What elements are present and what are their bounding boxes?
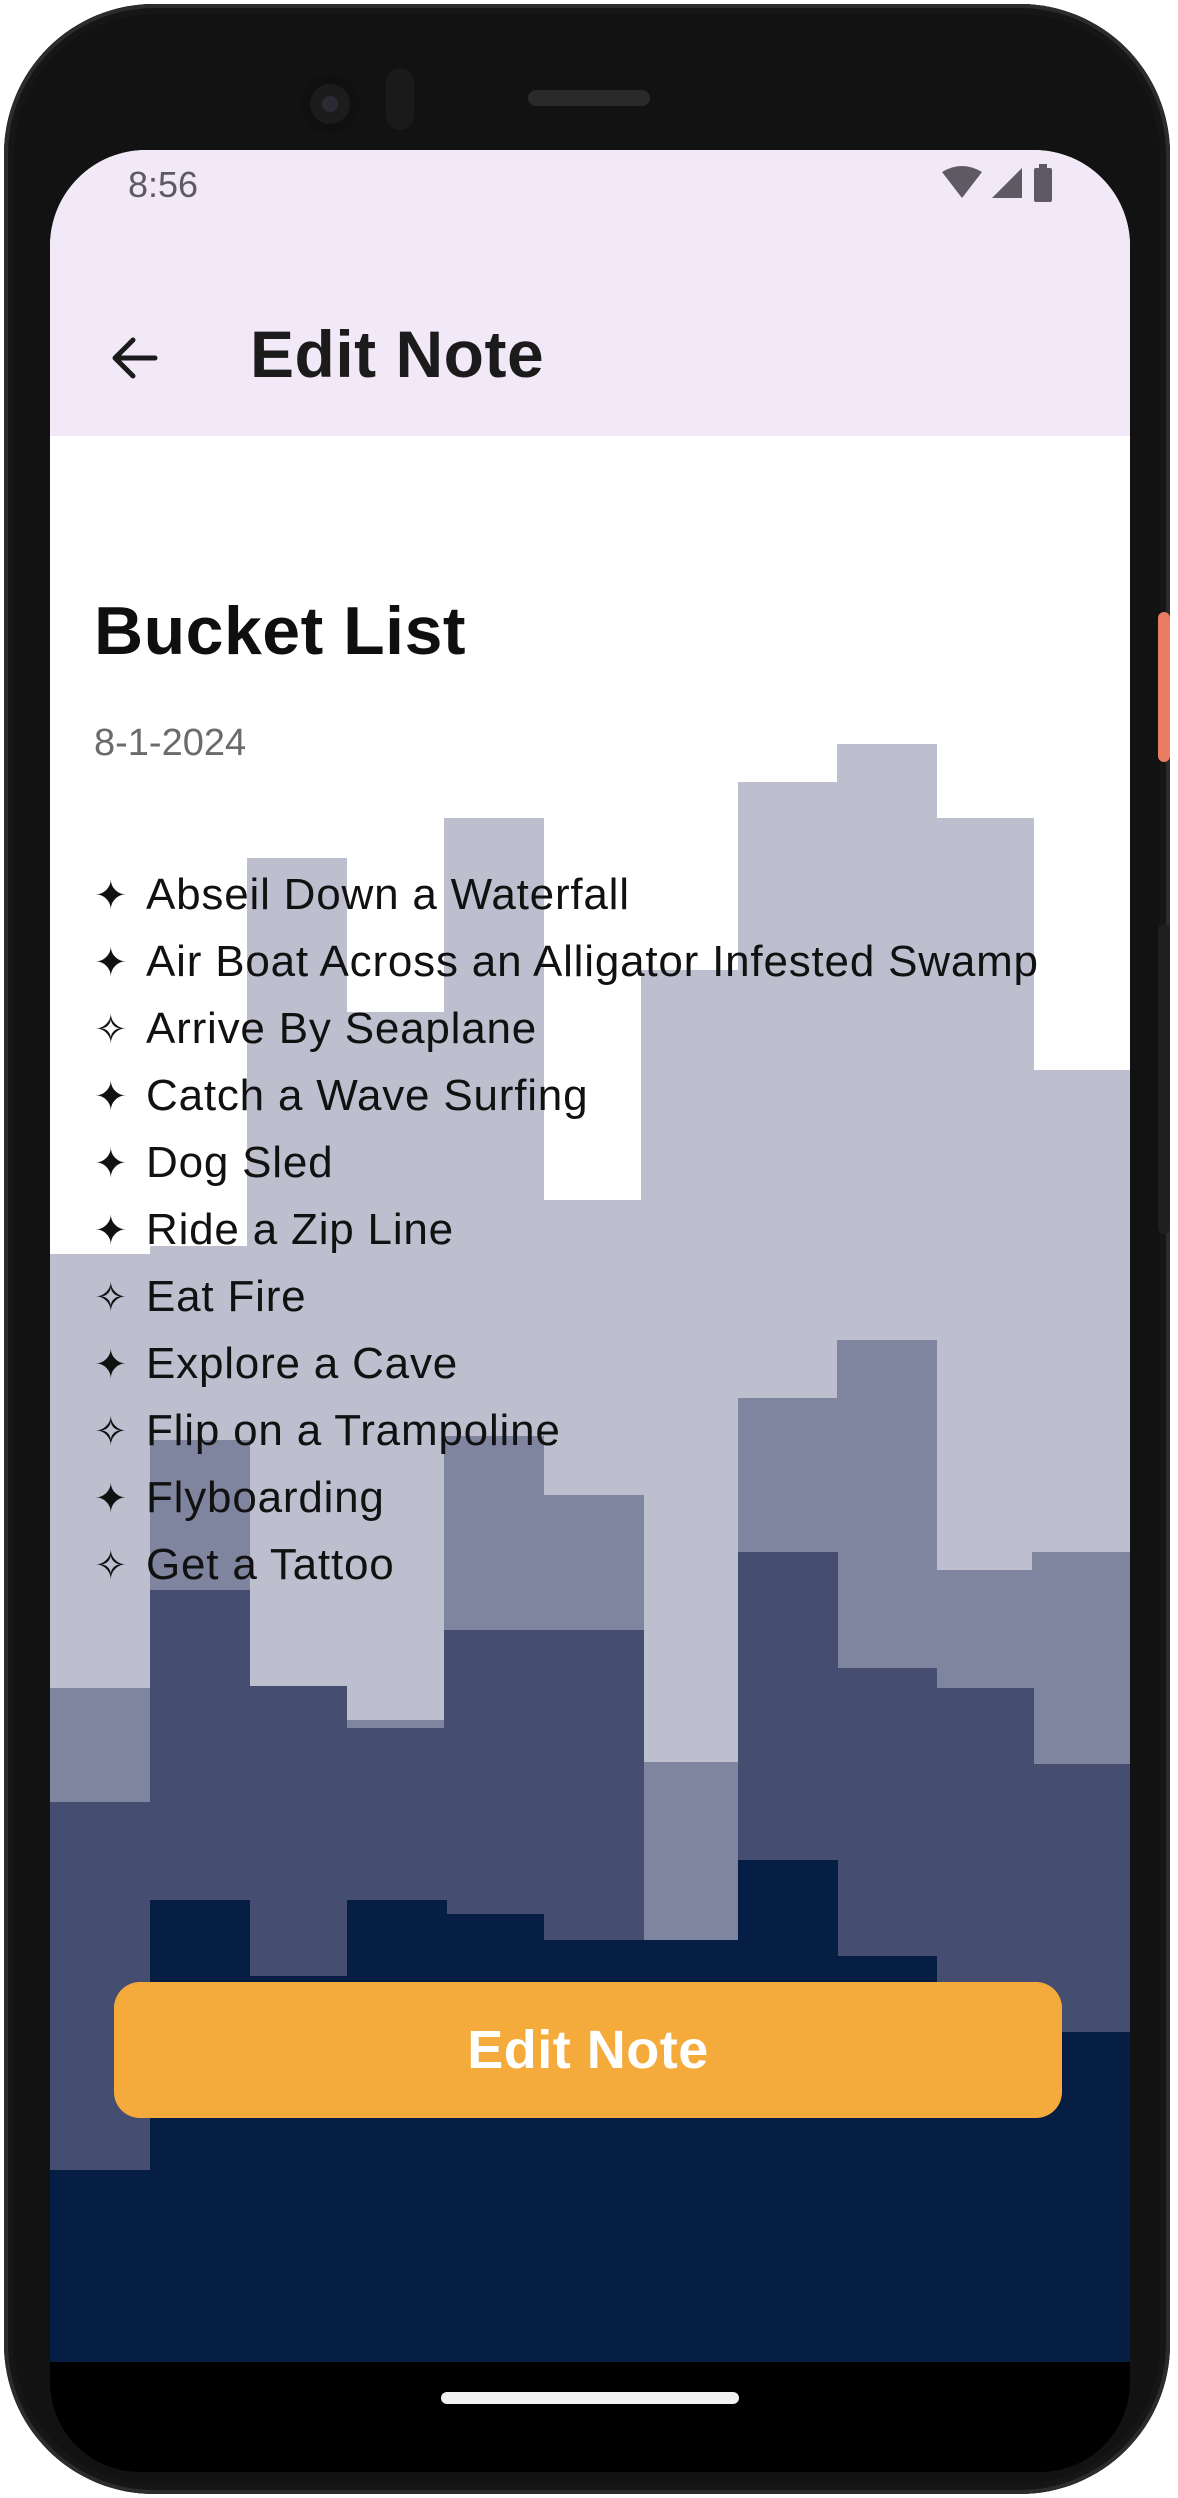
filled-sparkle-icon: ✦ (94, 1142, 129, 1186)
sensor (386, 68, 414, 130)
page-title: Edit Note (250, 317, 545, 391)
list-item-text: Eat Fire (146, 1272, 307, 1321)
list-item: ✦ Air Boat Across an Alligator Infested S… (94, 929, 1054, 996)
volume-button (1158, 924, 1170, 1234)
note-date: 8-1-2024 (94, 722, 247, 764)
filled-sparkle-icon: ✦ (94, 1075, 129, 1119)
list-item: ✦ Abseil Down a Waterfall (94, 862, 1054, 929)
earpiece-speaker (528, 90, 650, 106)
edit-note-button[interactable]: Edit Note (114, 1982, 1062, 2118)
filled-sparkle-icon: ✦ (94, 1209, 129, 1253)
list-item: ✧ Flip on a Trampoline (94, 1398, 1054, 1465)
list-item: ✦ Catch a Wave Surfing (94, 1063, 1054, 1130)
battery-icon (1034, 164, 1052, 202)
back-button[interactable] (94, 318, 174, 398)
phone-frame: 8:56 Edit Note Bucket List 8-1-2024 ✦ Ab… (4, 4, 1170, 2494)
list-item: ✦ Ride a Zip Line (94, 1197, 1054, 1264)
list-item-text: Ride a Zip Line (146, 1205, 454, 1254)
list-item: ✧ Get a Tattoo (94, 1532, 1054, 1599)
list-item-text: Get a Tattoo (146, 1540, 395, 1589)
list-item-text: Dog Sled (146, 1138, 334, 1187)
list-item-text: Catch a Wave Surfing (146, 1071, 589, 1120)
outline-sparkle-icon: ✧ (94, 1276, 129, 1320)
gesture-handle[interactable] (441, 2392, 739, 2404)
outline-sparkle-icon: ✧ (94, 1008, 129, 1052)
note-body-list: ✦ Abseil Down a Waterfall ✦ Air Boat Acros… (94, 862, 1054, 1599)
list-item-text: Flyboarding (146, 1473, 385, 1522)
list-item-text: Air Boat Across an Alligator Infested Sw… (146, 937, 1039, 986)
list-item-text: Explore a Cave (146, 1339, 459, 1388)
filled-sparkle-icon: ✦ (94, 1343, 129, 1387)
list-item-text: Flip on a Trampoline (146, 1406, 561, 1455)
list-item: ✦ Explore a Cave (94, 1331, 1054, 1398)
status-time: 8:56 (128, 164, 199, 205)
power-button (1158, 612, 1170, 762)
filled-sparkle-icon: ✦ (94, 941, 129, 985)
list-item-text: Arrive By Seaplane (146, 1004, 538, 1053)
list-item: ✦ Dog Sled (94, 1130, 1054, 1197)
wifi-icon (942, 166, 982, 198)
status-bar: 8:56 (50, 150, 1130, 280)
list-item: ✧ Eat Fire (94, 1264, 1054, 1331)
filled-sparkle-icon: ✦ (94, 874, 129, 918)
navigation-bar (50, 2362, 1130, 2472)
list-item-text: Abseil Down a Waterfall (146, 870, 630, 919)
screen: 8:56 Edit Note Bucket List 8-1-2024 ✦ Ab… (50, 150, 1130, 2362)
list-item: ✧ Arrive By Seaplane (94, 996, 1054, 1063)
cellular-signal-icon (992, 168, 1022, 198)
arrow-back-icon (112, 337, 158, 379)
outline-sparkle-icon: ✧ (94, 1544, 129, 1588)
app-bar: Edit Note (50, 280, 1130, 436)
note-title: Bucket List (94, 593, 467, 669)
front-camera (300, 74, 360, 134)
list-item: ✦ Flyboarding (94, 1465, 1054, 1532)
outline-sparkle-icon: ✧ (94, 1410, 129, 1454)
status-icons (942, 164, 1054, 202)
filled-sparkle-icon: ✦ (94, 1477, 129, 1521)
